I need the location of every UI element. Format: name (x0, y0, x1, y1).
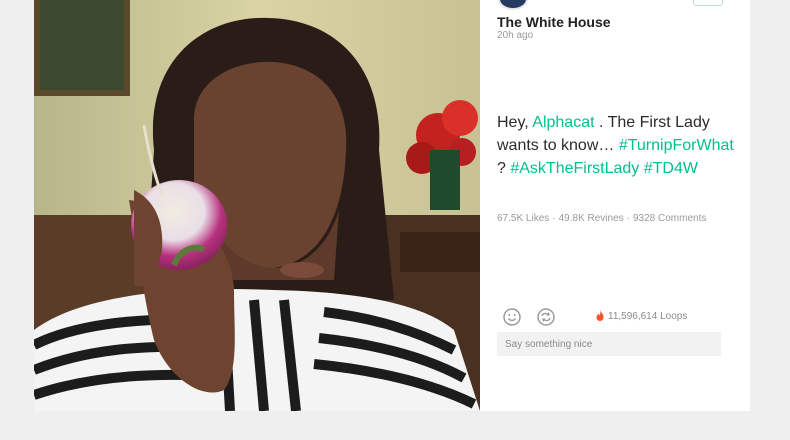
mention-link[interactable]: Alphacat (532, 114, 594, 131)
post-card: The White House 20h ago Hey, Alphacat . … (34, 0, 750, 411)
stats-separator: · (552, 213, 556, 224)
like-button[interactable] (502, 307, 522, 327)
revine-button[interactable] (536, 307, 556, 327)
follow-button[interactable] (693, 0, 723, 6)
comments-count[interactable]: 9328 Comments (633, 213, 706, 224)
caption-greeting: Hey, (497, 114, 533, 131)
post-sidebar: The White House 20h ago Hey, Alphacat . … (480, 0, 750, 411)
post-actions: 11,596,614 Loops (502, 307, 732, 327)
stats-separator: · (626, 213, 630, 224)
loops-label: 11,596,614 Loops (608, 311, 688, 322)
video-player[interactable] (34, 0, 480, 411)
post-time: 20h ago (497, 30, 534, 41)
post-caption: Hey, Alphacat . The First Lady wants to … (497, 111, 737, 180)
flame-icon (596, 310, 604, 321)
video-frame (34, 0, 480, 411)
loops-count: 11,596,614 Loops (596, 310, 687, 322)
hashtag-td4w[interactable]: #TD4W (644, 160, 698, 177)
revines-count[interactable]: 49.8K Revines (559, 213, 624, 224)
post-stats: 67.5K Likes · 49.8K Revines · 9328 Comments (497, 212, 707, 225)
author-name[interactable]: The White House (497, 14, 611, 30)
caption-text-2: ? (497, 160, 511, 177)
likes-count[interactable]: 67.5K Likes (497, 213, 549, 224)
hashtag-turnipforwhat[interactable]: #TurnipForWhat (619, 137, 734, 154)
comment-input[interactable] (497, 332, 721, 356)
author-avatar[interactable] (498, 0, 528, 10)
revine-icon (537, 308, 555, 326)
smile-icon (503, 308, 521, 326)
hashtag-askthefirstlady[interactable]: #AskTheFirstLady (510, 160, 639, 177)
